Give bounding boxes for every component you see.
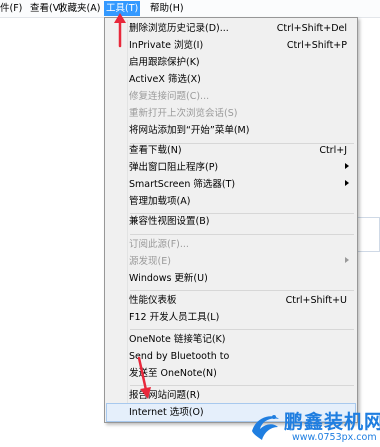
menu-item-add-to-start[interactable]: 将网站添加到“开始”菜单(M) bbox=[107, 122, 355, 139]
menu-item-label: 兼容性视图设置(B) bbox=[129, 216, 210, 227]
menu-item-inprivate[interactable]: InPrivate 浏览(I) Ctrl+Shift+P bbox=[107, 37, 355, 54]
menu-item-view-downloads[interactable]: 查看下载(N) Ctrl+J bbox=[107, 142, 355, 159]
menu-item-label: 将网站添加到“开始”菜单(M) bbox=[129, 125, 250, 136]
menu-item-label: 重新打开上次浏览会话(S) bbox=[129, 108, 238, 119]
menu-item-label: 管理加载项(A) bbox=[129, 196, 191, 207]
menu-help[interactable]: 帮助(H) bbox=[150, 2, 184, 15]
menu-item-label: OneNote 链接笔记(K) bbox=[129, 334, 226, 345]
menu-item-label: Windows 更新(U) bbox=[129, 273, 208, 284]
menu-item-subscribe-feed: 订阅此源(F)... bbox=[107, 236, 355, 253]
menu-item-label: 订阅此源(F)... bbox=[129, 239, 189, 250]
menu-bar: 件(F) 查看(V) 收藏夹(A) 工具(T) 帮助(H) bbox=[0, 0, 380, 18]
menu-item-manage-addons[interactable]: 管理加载项(A) bbox=[107, 193, 355, 210]
watermark-title: 鹏鑫装机网 bbox=[284, 411, 380, 433]
menu-item-onenote-linked-notes[interactable]: OneNote 链接笔记(K) bbox=[107, 331, 355, 348]
menu-item-label: 性能仪表板 bbox=[129, 295, 177, 306]
menu-item-fix-connection: 修复连接问题(C)... bbox=[107, 88, 355, 105]
menu-separator bbox=[130, 329, 354, 330]
menu-item-label: 查看下载(N) bbox=[129, 145, 182, 156]
menu-item-label: ActiveX 筛选(X) bbox=[129, 74, 201, 85]
annotation-arrow-down-icon bbox=[137, 356, 151, 399]
menu-item-shortcut: Ctrl+J bbox=[319, 145, 347, 156]
menu-item-label: 修复连接问题(C)... bbox=[129, 91, 210, 102]
menu-separator bbox=[130, 385, 354, 386]
page-divider-right-2 bbox=[357, 251, 380, 252]
menu-item-shortcut: Ctrl+Shift+P bbox=[286, 40, 347, 51]
page-divider-right-1 bbox=[357, 217, 380, 218]
menu-item-label: 启用跟踪保护(K) bbox=[129, 57, 200, 68]
menu-item-feed-discovery: 源发现(E) bbox=[107, 253, 355, 270]
annotation-arrow-up-icon bbox=[114, 13, 126, 48]
watermark-url: www.0753px.com bbox=[292, 432, 377, 443]
menu-file[interactable]: 件(F) bbox=[0, 2, 22, 15]
menu-item-compat-view[interactable]: 兼容性视图设置(B) bbox=[107, 213, 355, 230]
submenu-arrow-icon bbox=[345, 163, 349, 169]
menu-item-performance-dashboard[interactable]: 性能仪表板 Ctrl+Shift+U bbox=[107, 292, 355, 309]
watermark: 鹏鑫装机网 www.0753px.com bbox=[248, 407, 380, 445]
menu-item-shortcut: Ctrl+Shift+U bbox=[285, 295, 347, 306]
menu-item-smartscreen[interactable]: SmartScreen 筛选器(T) bbox=[107, 176, 355, 193]
menu-item-label: 删除浏览历史记录(D)... bbox=[129, 23, 229, 34]
menu-item-activex-filter[interactable]: ActiveX 筛选(X) bbox=[107, 71, 355, 88]
menu-item-popup-blocker[interactable]: 弹出窗口阻止程序(P) bbox=[107, 159, 355, 176]
menu-item-tracking-protection[interactable]: 启用跟踪保护(K) bbox=[107, 54, 355, 71]
menu-item-label: 源发现(E) bbox=[129, 256, 171, 267]
submenu-arrow-icon bbox=[345, 257, 349, 263]
menu-separator bbox=[130, 290, 354, 291]
menu-item-shortcut: Ctrl+Shift+Del bbox=[276, 23, 347, 34]
menu-item-label: SmartScreen 筛选器(T) bbox=[129, 179, 236, 190]
menu-item-windows-update[interactable]: Windows 更新(U) bbox=[107, 270, 355, 287]
menu-item-label: InPrivate 浏览(I) bbox=[129, 40, 204, 51]
menu-item-label: Internet 选项(O) bbox=[129, 407, 204, 418]
menu-favorites[interactable]: 收藏夹(A) bbox=[58, 2, 100, 15]
menu-separator bbox=[130, 234, 354, 235]
submenu-arrow-icon bbox=[345, 180, 349, 186]
menu-item-label: F12 开发人员工具(L) bbox=[129, 312, 220, 323]
menu-item-label: 弹出窗口阻止程序(P) bbox=[129, 162, 219, 173]
menu-item-delete-history[interactable]: 删除浏览历史记录(D)... Ctrl+Shift+Del bbox=[107, 20, 355, 37]
menu-item-reopen-session: 重新打开上次浏览会话(S) bbox=[107, 105, 355, 122]
menu-item-f12-devtools[interactable]: F12 开发人员工具(L) bbox=[107, 309, 355, 326]
watermark-logo-icon bbox=[252, 415, 279, 440]
